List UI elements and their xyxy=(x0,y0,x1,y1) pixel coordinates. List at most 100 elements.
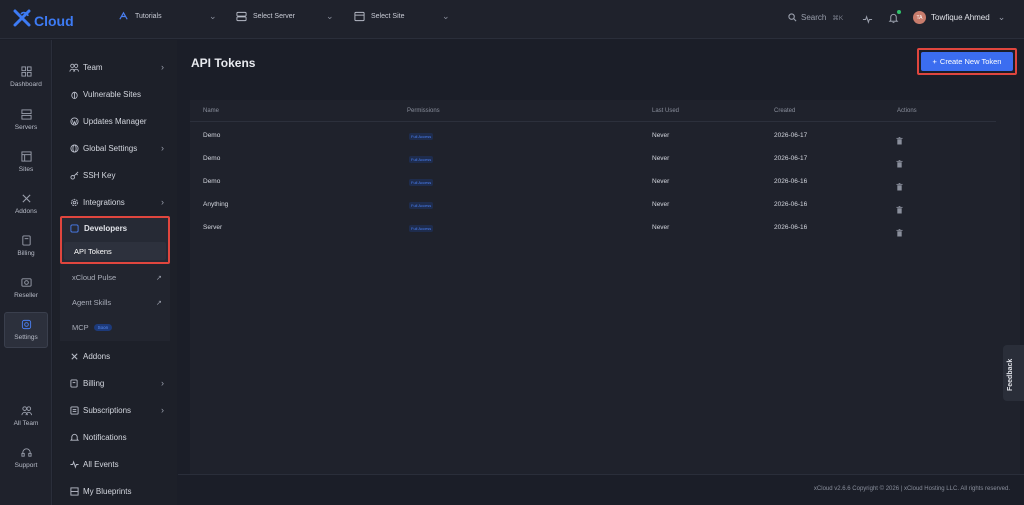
settings-item-developers[interactable]: Developers xyxy=(70,224,127,233)
chevron-down-icon: ⌄ xyxy=(442,10,450,21)
trash-icon[interactable] xyxy=(896,224,903,242)
gear-icon xyxy=(69,198,79,207)
primary-nav: Dashboard Servers Sites Addons Billing R… xyxy=(0,40,52,505)
main-content: API Tokens + Create New Token Name Permi… xyxy=(178,40,1024,505)
nav-label: Sites xyxy=(18,166,34,173)
sub-item-agent-skills[interactable]: Agent Skills ↗ xyxy=(72,298,162,307)
globe-icon xyxy=(69,143,79,153)
permission-badge: Full Access xyxy=(409,156,434,163)
settings-item-label: Subscriptions xyxy=(83,405,132,415)
nav-label: Dashboard xyxy=(10,81,42,88)
sub-item-mcp[interactable]: MCP Soon xyxy=(72,323,113,332)
chevron-right-icon: › xyxy=(161,405,164,415)
table-header: Name Permissions Last Used Created Actio… xyxy=(190,100,996,122)
nav-label: All Team xyxy=(13,420,39,427)
site-selector[interactable]: Select Site ⌄ xyxy=(353,10,450,22)
addons-icon xyxy=(69,352,79,361)
developers-label: Developers xyxy=(84,224,128,233)
billing-icon xyxy=(21,235,31,246)
header-actions: Actions xyxy=(897,108,917,114)
user-menu[interactable]: TA Towfique Ahmed ⌄ xyxy=(913,11,1005,24)
sub-item-xcloud-pulse[interactable]: xCloud Pulse ↗ xyxy=(72,273,162,282)
sub-item-api-tokens[interactable]: API Tokens xyxy=(64,242,166,260)
team-icon xyxy=(69,63,79,72)
subscriptions-icon xyxy=(69,405,79,415)
settings-item-label: All Events xyxy=(83,459,119,469)
addons-icon xyxy=(21,194,31,203)
bell-icon xyxy=(69,433,79,442)
created-date: 2026-06-17 xyxy=(774,132,808,139)
header-last-used: Last Used xyxy=(652,108,680,114)
settings-icon xyxy=(21,319,31,330)
key-icon xyxy=(69,171,79,180)
create-new-token-button[interactable]: + Create New Token xyxy=(921,52,1013,71)
nav-label: Support xyxy=(14,462,38,469)
reseller-icon xyxy=(20,278,32,287)
nav-label: Addons xyxy=(14,208,38,215)
team-icon xyxy=(20,406,32,416)
nav-addons[interactable]: Addons xyxy=(4,187,48,221)
last-used: Never xyxy=(652,201,670,208)
chevron-down-icon: ⌄ xyxy=(997,12,1006,22)
top-bar: Cloud Tutorials ⌄ Select Server ⌄ Select… xyxy=(0,0,1024,39)
create-token-highlight: + Create New Token xyxy=(917,48,1017,75)
nav-label: Servers xyxy=(14,124,38,131)
nav-billing[interactable]: Billing xyxy=(4,229,48,263)
search-button[interactable]: Search ⌘K xyxy=(788,13,843,22)
nav-dashboard[interactable]: Dashboard xyxy=(4,60,48,94)
settings-item-label: Global Settings xyxy=(83,143,138,153)
bug-icon xyxy=(69,90,79,99)
soon-badge: Soon xyxy=(93,324,113,331)
chevron-down-icon: ⌄ xyxy=(326,10,334,21)
activity-icon[interactable] xyxy=(862,12,873,30)
nav-support[interactable]: Support xyxy=(4,441,48,475)
search-label: Search xyxy=(801,13,827,22)
last-used: Never xyxy=(652,155,670,162)
table-row: Anything Full Access Never 2026-06-16 xyxy=(190,192,996,215)
nav-servers[interactable]: Servers xyxy=(4,103,48,137)
permission-badge: Full Access xyxy=(409,133,434,140)
server-selector-label: Select Server xyxy=(253,12,296,20)
permission-badge: Full Access xyxy=(409,179,434,186)
sub-item-label: MCP xyxy=(72,323,89,332)
header-created: Created xyxy=(774,108,796,114)
site-selector-label: Select Site xyxy=(371,12,405,20)
sub-item-label: Agent Skills xyxy=(72,298,112,307)
servers-icon xyxy=(20,109,32,120)
activity-icon xyxy=(69,459,79,469)
created-date: 2026-06-16 xyxy=(774,224,808,231)
feedback-tab[interactable]: Feedback xyxy=(1003,345,1024,401)
footer: xCloud v2.6.6 Copyright © 2026 | xCloud … xyxy=(178,474,1024,505)
notification-dot xyxy=(897,10,901,14)
search-icon xyxy=(788,13,797,22)
nav-settings[interactable]: Settings xyxy=(4,312,48,348)
sub-item-label: xCloud Pulse xyxy=(72,273,117,282)
nav-label: Reseller xyxy=(14,292,38,299)
page-title: API Tokens xyxy=(191,56,256,70)
last-used: Never xyxy=(652,224,670,231)
server-selector[interactable]: Select Server ⌄ xyxy=(235,10,334,22)
nav-all-team[interactable]: All Team xyxy=(4,399,48,433)
project-selector[interactable]: Tutorials ⌄ xyxy=(117,10,217,22)
support-icon xyxy=(20,448,32,457)
settings-item-label: Addons xyxy=(83,351,111,361)
token-name: Anything xyxy=(203,201,229,208)
header-name: Name xyxy=(203,108,220,114)
settings-item-label: Team xyxy=(83,62,103,72)
brand-logo[interactable]: Cloud xyxy=(12,9,74,32)
permission-badge: Full Access xyxy=(409,202,434,209)
server-icon xyxy=(235,10,247,22)
settings-item-label: Updates Manager xyxy=(83,116,147,126)
code-icon xyxy=(70,224,79,233)
chevron-right-icon: › xyxy=(161,378,164,388)
user-name: Towfique Ahmed xyxy=(931,13,990,22)
token-name: Demo xyxy=(203,178,221,185)
token-name: Demo xyxy=(203,132,221,139)
search-shortcut: ⌘K xyxy=(832,14,844,22)
external-link-icon: ↗ xyxy=(156,274,162,282)
nav-label: Settings xyxy=(14,334,38,341)
external-link-icon: ↗ xyxy=(156,299,162,307)
chevron-right-icon: › xyxy=(161,143,164,153)
nav-sites[interactable]: Sites xyxy=(4,145,48,179)
nav-reseller[interactable]: Reseller xyxy=(4,271,48,305)
